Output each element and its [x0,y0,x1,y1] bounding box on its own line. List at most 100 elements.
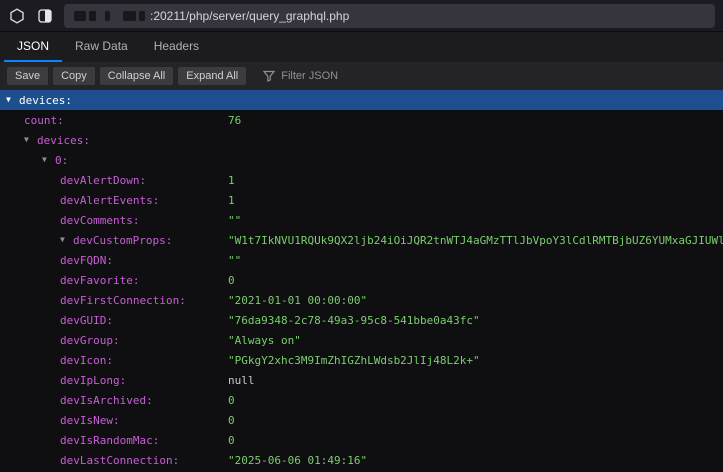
tree-row[interactable]: devGUID: "76da9348-2c78-49a3-95c8-541bbe… [0,310,723,330]
json-key: count: [24,114,64,127]
json-value: 1 [228,174,235,187]
json-value: "" [228,254,241,267]
tree-row[interactable]: devIpLong: null [0,370,723,390]
json-value: "PGkgY2xhc3M9ImZhIGZhLWdsb2JlIj48L2k+" [228,354,480,367]
json-key: devices: [19,94,72,107]
json-value: 0 [228,434,235,447]
redacted-host-block [139,11,145,21]
json-value: 0 [228,274,235,287]
redacted-host-block [74,11,86,21]
tree-row[interactable]: devAlertEvents: 1 [0,190,723,210]
json-value: 76 [228,114,241,127]
filter-json-input[interactable] [281,70,391,82]
tree-row[interactable]: devComments: "" [0,210,723,230]
indent-spacer [0,340,60,341]
key-column: ▼ devCustomProps: [0,230,228,250]
tree-row[interactable]: devIsRandomMac: 0 [0,430,723,450]
indent-spacer [0,460,60,461]
json-key: devComments: [60,214,139,227]
indent-spacer [0,400,60,401]
extension-icon[interactable] [36,7,54,25]
json-key: devAlertDown: [60,174,146,187]
expand-all-button[interactable]: Expand All [178,67,246,85]
key-column: devComments: [0,214,228,227]
tree-row[interactable]: devLastConnection: "2025-06-06 01:49:16" [0,450,723,470]
expand-arrow-icon[interactable]: ▼ [42,150,55,170]
indent-spacer [0,280,60,281]
expand-arrow-icon[interactable]: ▼ [24,130,37,150]
indent-spacer [0,120,24,121]
tab-headers[interactable]: Headers [141,32,212,62]
filter-box [263,70,391,82]
key-column: devIpLong: [0,374,228,387]
indent-spacer [0,360,60,361]
json-key: devGUID: [60,314,113,327]
viewer-tabs: JSON Raw Data Headers [0,32,723,62]
json-key: devCustomProps: [73,234,172,247]
tree-row[interactable]: devIsArchived: 0 [0,390,723,410]
json-key: 0: [55,154,68,167]
json-value: "76da9348-2c78-49a3-95c8-541bbe0a43fc" [228,314,480,327]
json-value: 0 [228,414,235,427]
indent-spacer [0,260,60,261]
key-column: devFirstConnection: [0,294,228,307]
key-column: devAlertDown: [0,174,228,187]
save-button[interactable]: Save [7,67,48,85]
json-key: devIsArchived: [60,394,153,407]
filter-funnel-icon [263,70,275,82]
json-value: "Always on" [228,334,301,347]
tab-json[interactable]: JSON [4,32,62,62]
key-column: devFQDN: [0,254,228,267]
json-key: devIpLong: [60,374,126,387]
key-column: devIsArchived: [0,394,228,407]
indent-spacer [0,440,60,441]
json-value: "" [228,214,241,227]
key-column: devFavorite: [0,274,228,287]
tree-row[interactable]: devGroup: "Always on" [0,330,723,350]
indent-spacer [0,200,60,201]
copy-button[interactable]: Copy [53,67,95,85]
key-column: count: [0,114,228,127]
key-column: devAlertEvents: [0,194,228,207]
key-column: devIsNew: [0,414,228,427]
indent-spacer [0,160,42,161]
json-key: devGroup: [60,334,120,347]
indent-spacer [0,140,24,141]
json-value: "W1t7IkNVU1RQUk9QX2ljb24iOiJQR2tnWTJ4aGM… [228,234,723,247]
json-toolbar: Save Copy Collapse All Expand All [0,62,723,90]
tree-row[interactable]: devFirstConnection: "2021-01-01 00:00:00… [0,290,723,310]
key-column: devGUID: [0,314,228,327]
key-column: devIcon: [0,354,228,367]
collapse-all-button[interactable]: Collapse All [100,67,173,85]
key-column: devIsRandomMac: [0,434,228,447]
json-key: devices: [37,134,90,147]
key-column: ▼ devices: [0,90,228,110]
json-value: 1 [228,194,235,207]
url-bar[interactable]: :20211/php/server/query_graphql.php [64,4,715,28]
json-key: devAlertEvents: [60,194,159,207]
key-column: devLastConnection: [0,454,228,467]
redacted-host-block [123,11,136,21]
tree-row[interactable]: ▼ devCustomProps: "W1t7IkNVU1RQUk9QX2ljb… [0,230,723,250]
json-key: devIsNew: [60,414,120,427]
indent-spacer [0,220,60,221]
redacted-host-block [105,11,110,21]
expand-arrow-icon[interactable]: ▼ [60,230,73,250]
indent-spacer [0,320,60,321]
shield-hexagon-icon[interactable] [8,7,26,25]
tree-row[interactable]: ▼ devices: [0,90,723,110]
tab-raw-data[interactable]: Raw Data [62,32,141,62]
expand-arrow-icon[interactable]: ▼ [6,90,19,110]
tree-row[interactable]: devFQDN: "" [0,250,723,270]
tree-row[interactable]: devIsNew: 0 [0,410,723,430]
tree-row[interactable]: ▼ 0: [0,150,723,170]
tree-row[interactable]: devAlertDown: 1 [0,170,723,190]
tree-row[interactable]: devFavorite: 0 [0,270,723,290]
json-value: null [228,374,255,387]
tree-row[interactable]: ▼ devices: [0,130,723,150]
tree-row[interactable]: devIcon: "PGkgY2xhc3M9ImZhIGZhLWdsb2JlIj… [0,350,723,370]
json-key: devFirstConnection: [60,294,186,307]
redacted-host-block [89,11,96,21]
json-key: devLastConnection: [60,454,179,467]
tree-row[interactable]: count: 76 [0,110,723,130]
